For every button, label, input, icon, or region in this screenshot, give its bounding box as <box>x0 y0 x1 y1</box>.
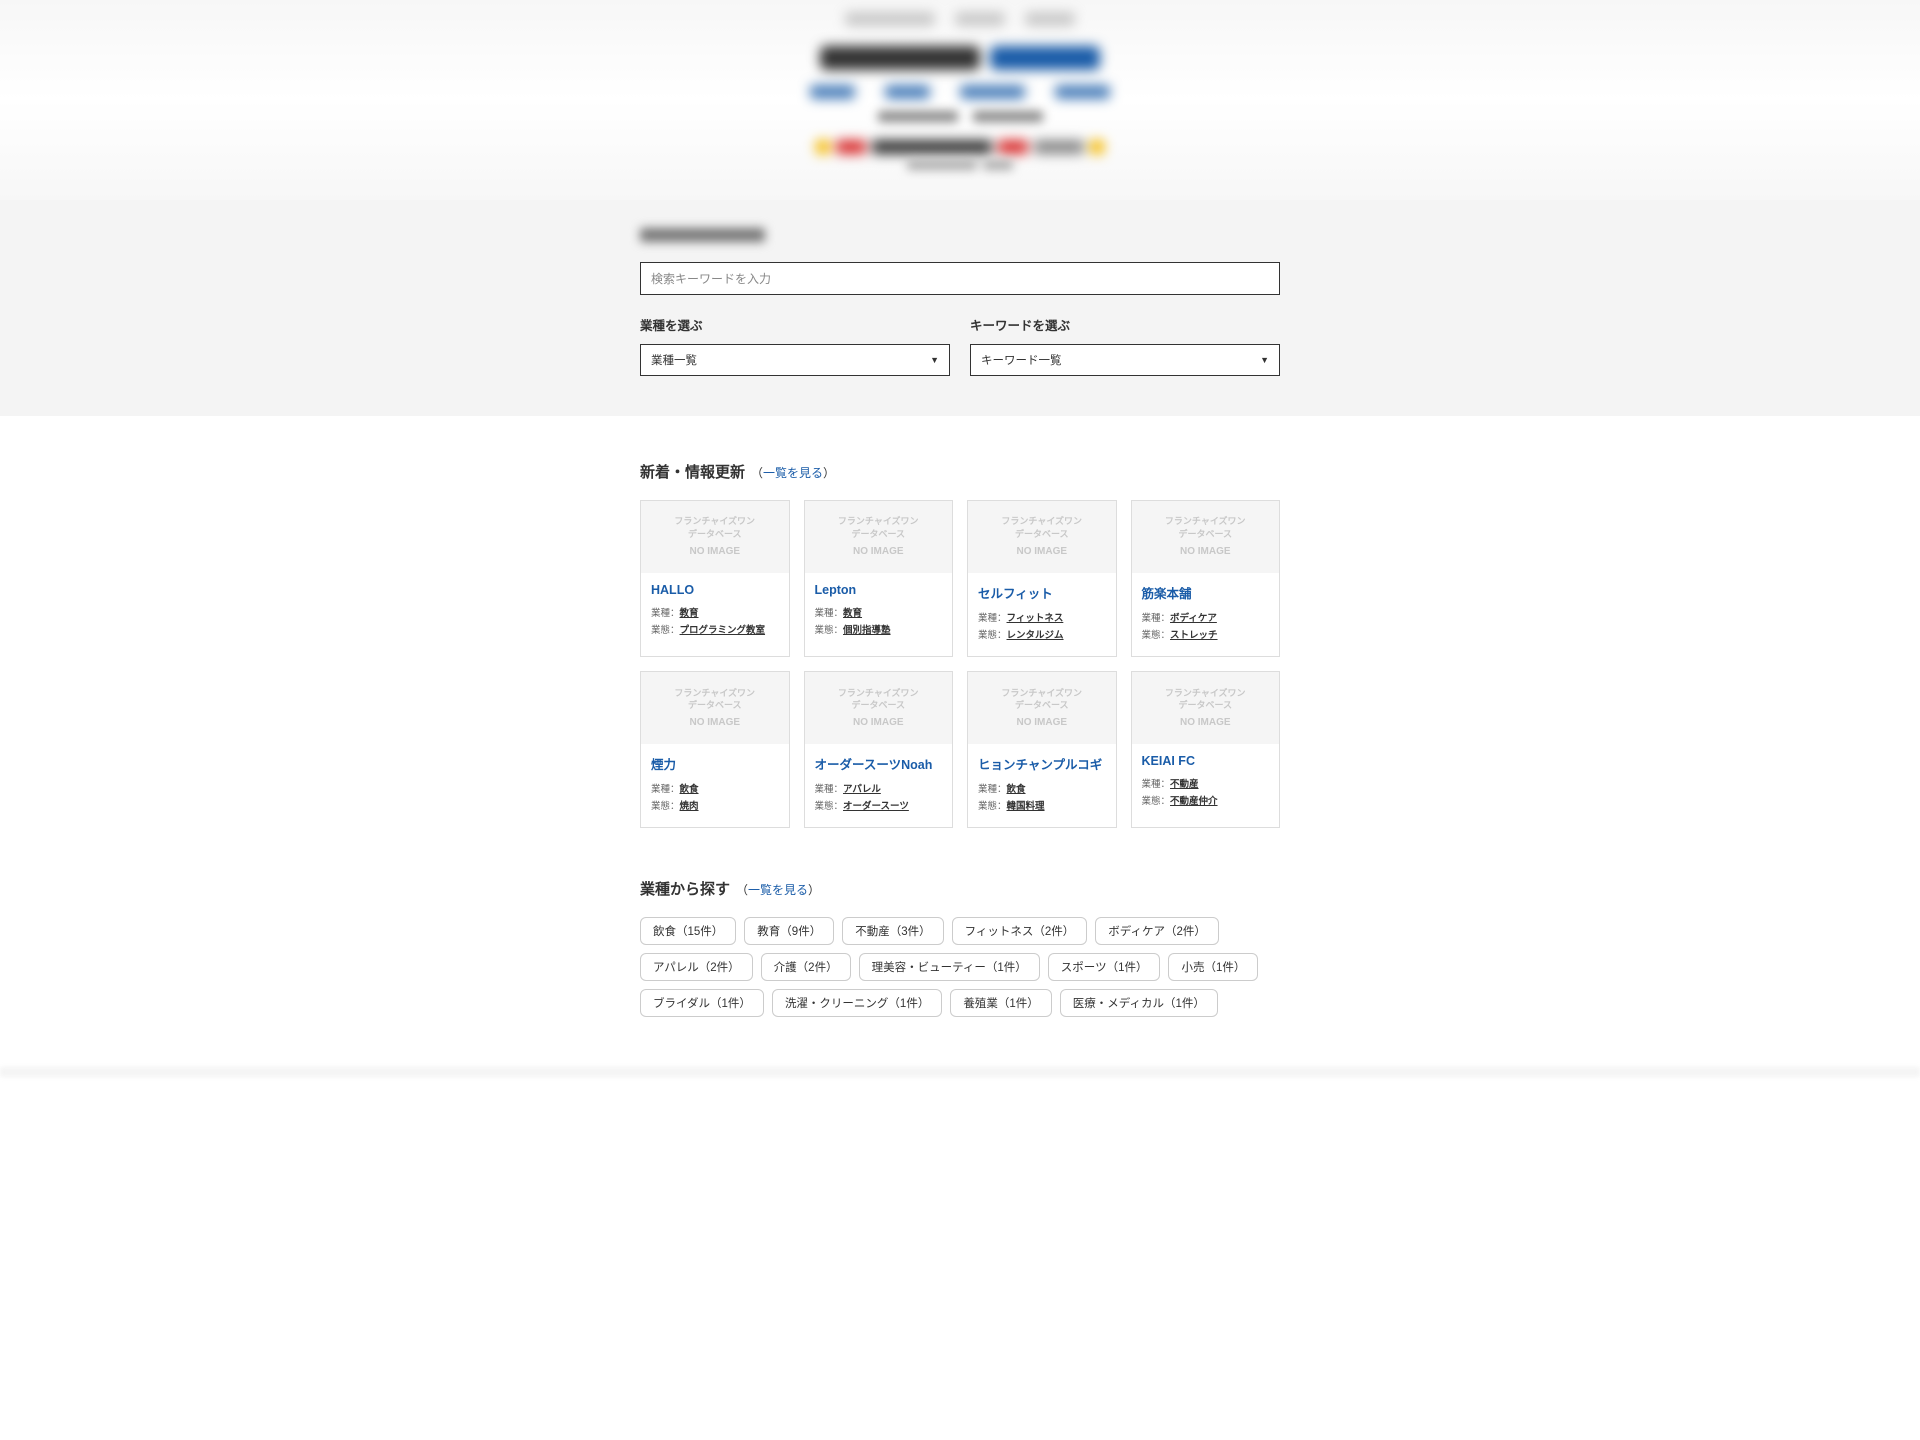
card-category-link[interactable]: オーダースーツ <box>843 801 909 812</box>
card-grid: フランチャイズワンデータベースNO IMAGEHALLO業種：教育業態：プログラ… <box>640 500 1280 828</box>
card-noimage: フランチャイズワンデータベースNO IMAGE <box>1132 672 1280 744</box>
keyword-select[interactable]: キーワード一覧 ▼ <box>970 344 1280 376</box>
industry-tag[interactable]: 医療・メディカル（1件） <box>1060 989 1218 1017</box>
card-industry-link[interactable]: フィットネス <box>1007 613 1064 624</box>
card-item[interactable]: フランチャイズワンデータベースNO IMAGEオーダースーツNoah業種：アパレ… <box>804 671 954 828</box>
card-category-link[interactable]: 韓国料理 <box>1007 801 1045 812</box>
card-industry-link[interactable]: ボディケア <box>1170 613 1217 624</box>
card-title: Lepton <box>815 583 943 597</box>
keyword-select-value: キーワード一覧 <box>981 352 1062 368</box>
search-input[interactable] <box>640 262 1280 295</box>
card-noimage: フランチャイズワンデータベースNO IMAGE <box>805 672 953 744</box>
card-category-link[interactable]: ストレッチ <box>1170 630 1218 641</box>
card-industry-link[interactable]: 教育 <box>680 608 699 619</box>
industry-tag[interactable]: 不動産（3件） <box>842 917 943 945</box>
chevron-down-icon: ▼ <box>930 355 939 365</box>
keyword-filter-label: キーワードを選ぶ <box>970 315 1280 334</box>
card-industry-link[interactable]: 教育 <box>843 608 862 619</box>
search-title-blurred <box>640 228 1280 247</box>
card-industry-link[interactable]: 飲食 <box>680 784 699 795</box>
card-item[interactable]: フランチャイズワンデータベースNO IMAGEHALLO業種：教育業態：プログラ… <box>640 500 790 657</box>
card-industry-link[interactable]: アパレル <box>843 784 881 795</box>
bottom-blur <box>0 1067 1920 1077</box>
card-industry-link[interactable]: 不動産 <box>1170 779 1199 790</box>
main-content: 新着・情報更新 （一覧を見る） フランチャイズワンデータベースNO IMAGE H… <box>0 416 1920 1047</box>
industry-tag[interactable]: フィットネス（2件） <box>952 917 1088 945</box>
card-title: KEIAI FC <box>1142 754 1270 768</box>
card-title: ヒョンチャンプルコギ <box>978 754 1106 773</box>
card-item[interactable]: フランチャイズワンデータベースNO IMAGE煙力業種：飲食業態：焼肉 <box>640 671 790 828</box>
industry-section-title: 業種から探す <box>640 878 730 899</box>
industry-section-link[interactable]: （一覧を見る） <box>736 881 820 898</box>
industry-tag[interactable]: ボディケア（2件） <box>1095 917 1219 945</box>
card-category-link[interactable]: 焼肉 <box>680 801 699 812</box>
card-noimage: フランチャイズワンデータベースNO IMAGE <box>1132 501 1280 573</box>
header-blurred <box>0 0 1920 200</box>
industry-tag[interactable]: 養殖業（1件） <box>950 989 1051 1017</box>
card-category-link[interactable]: レンタルジム <box>1007 630 1064 641</box>
industry-tag[interactable]: 理美容・ビューティー（1件） <box>859 953 1040 981</box>
industry-tag[interactable]: 小売（1件） <box>1168 953 1258 981</box>
card-title: 筋楽本舗 <box>1142 583 1270 602</box>
industry-tag[interactable]: 教育（9件） <box>744 917 834 945</box>
card-category-link[interactable]: 不動産仲介 <box>1170 796 1218 807</box>
card-industry-link[interactable]: 飲食 <box>1007 784 1026 795</box>
new-section-title: 新着・情報更新 <box>640 461 745 482</box>
card-item[interactable]: フランチャイズワンデータベースNO IMAGEヒョンチャンプルコギ業種：飲食業態… <box>967 671 1117 828</box>
card-noimage: フランチャイズワンデータベースNO IMAGE <box>641 672 789 744</box>
card-title: オーダースーツNoah <box>815 754 943 773</box>
industry-select[interactable]: 業種一覧 ▼ <box>640 344 950 376</box>
industry-tags: 飲食（15件） 教育（9件） 不動産（3件） フィットネス（2件）ボディケア（2件） ア… <box>640 917 1280 1017</box>
search-section: 業種を選ぶ 業種一覧 ▼ キーワードを選ぶ キーワード一覧 ▼ <box>0 200 1920 416</box>
card-title: セルフィット <box>978 583 1106 602</box>
card-item[interactable]: フランチャイズワンデータベースNO IMAGE筋楽本舗業種：ボディケア業態：スト… <box>1131 500 1281 657</box>
industry-filter-label: 業種を選ぶ <box>640 315 950 334</box>
card-item[interactable]: フランチャイズワンデータベースNO IMAGEKEIAI FC業種：不動産業態：… <box>1131 671 1281 828</box>
card-title: HALLO <box>651 583 779 597</box>
card-category-link[interactable]: 個別指導塾 <box>843 625 891 636</box>
card-noimage: フランチャイズワンデータベースNO IMAGE <box>968 501 1116 573</box>
card-noimage: フランチャイズワンデータベースNO IMAGE <box>641 501 789 573</box>
industry-tag[interactable]: 洗濯・クリーニング（1件） <box>772 989 942 1017</box>
card-item[interactable]: フランチャイズワンデータベースNO IMAGEセルフィット業種：フィットネス業態… <box>967 500 1117 657</box>
card-noimage: フランチャイズワンデータベースNO IMAGE <box>968 672 1116 744</box>
new-section-link[interactable]: （一覧を見る） <box>751 464 835 481</box>
card-title: 煙力 <box>651 754 779 773</box>
industry-tag[interactable]: ブライダル（1件） <box>640 989 764 1017</box>
industry-tag[interactable]: 介護（2件） <box>761 953 851 981</box>
industry-tag[interactable]: アパレル（2件） <box>640 953 753 981</box>
chevron-down-icon: ▼ <box>1260 355 1269 365</box>
card-item[interactable]: フランチャイズワンデータベースNO IMAGELepton業種：教育業態：個別指… <box>804 500 954 657</box>
industry-tag[interactable]: 飲食（15件） <box>640 917 736 945</box>
industry-select-value: 業種一覧 <box>651 352 697 368</box>
card-noimage: フランチャイズワンデータベースNO IMAGE <box>805 501 953 573</box>
industry-tag[interactable]: スポーツ（1件） <box>1048 953 1161 981</box>
card-category-link[interactable]: プログラミング教室 <box>680 625 766 636</box>
